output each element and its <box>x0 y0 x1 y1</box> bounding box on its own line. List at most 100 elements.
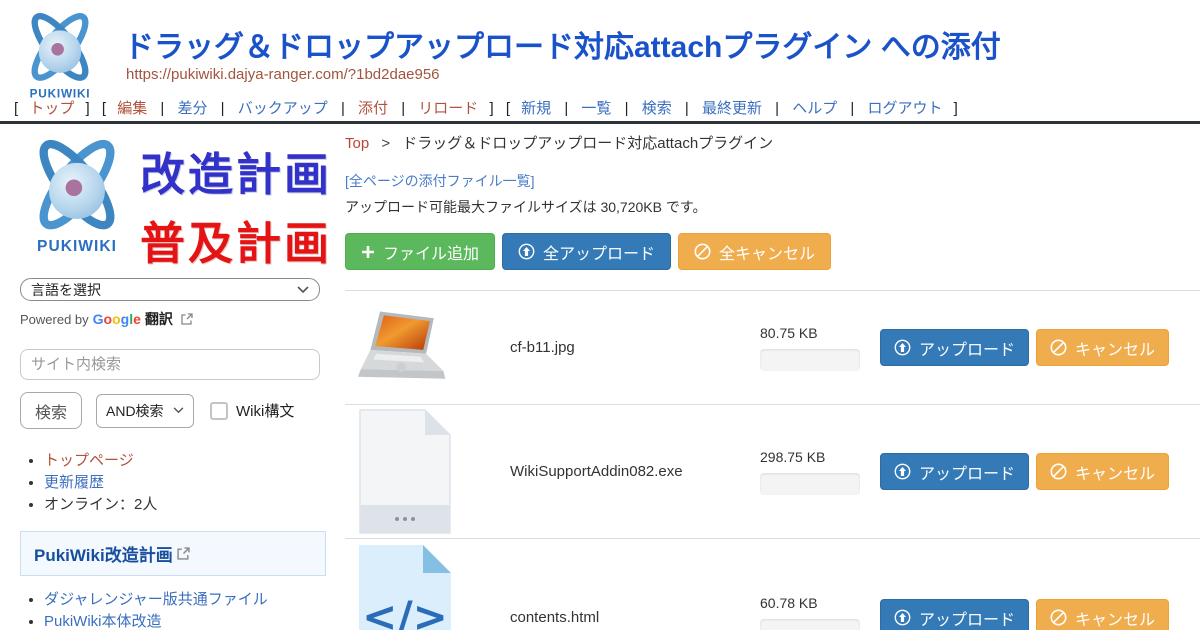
sidebar-link-history[interactable]: 更新履歴 <box>44 474 104 491</box>
file-row: WikiSupportAddin082.exe 298.75 KB アップロード <box>345 404 1200 538</box>
search-button[interactable]: 検索 <box>20 392 82 429</box>
upload-button[interactable]: アップロード <box>880 453 1029 490</box>
separator: | <box>221 100 225 117</box>
sidebar-section-box: PukiWiki改造計画 <box>20 531 326 576</box>
breadcrumb-separator: > <box>381 135 390 152</box>
bracket: ] <box>489 100 493 117</box>
banner-fukyuu-keikaku: 普及計画 <box>140 207 332 272</box>
upload-label: アップロード <box>919 606 1015 630</box>
add-file-button[interactable]: ファイル追加 <box>345 233 495 270</box>
page-title: ドラッグ＆ドロップアップロード対応attachプラグイン への添付 <box>124 22 1001 66</box>
nav-item-reload[interactable]: リロード <box>418 100 478 117</box>
wiki-syntax-checkbox[interactable] <box>210 402 228 420</box>
language-select-value: 言語を選択 <box>31 280 297 300</box>
laptop-photo-thumbnail <box>357 308 453 388</box>
cancel-button[interactable]: キャンセル <box>1036 599 1169 630</box>
cancel-button[interactable]: キャンセル <box>1036 453 1169 490</box>
sidebar-link-toppage[interactable]: トップページ <box>44 452 134 469</box>
search-mode-select[interactable]: AND検索 <box>96 394 194 428</box>
pukiwiki-banner-logo-icon: PUKIWIKI <box>20 130 134 258</box>
upload-button[interactable]: アップロード <box>880 329 1029 366</box>
site-search-input[interactable] <box>20 349 320 380</box>
upload-toolbar: ファイル追加 全アップロード 全キャンセル <box>345 233 1200 270</box>
file-row: cf-b11.jpg 80.75 KB アップロード <box>345 290 1200 404</box>
cancel-label: キャンセル <box>1075 606 1155 630</box>
search-controls: 検索 AND検索 Wiki構文 <box>20 392 332 429</box>
nav-item-logout[interactable]: ログアウト <box>867 100 942 117</box>
google-logo-text: Google <box>93 311 141 327</box>
list-item: トップページ <box>44 451 332 471</box>
breadcrumb-current: ドラッグ＆ドロップアップロード対応attachプラグイン <box>402 135 773 152</box>
sidebar-top-links: トップページ 更新履歴 オンライン：2人 <box>20 451 332 515</box>
sidebar-plugin-links: ダジャレンジャー版共通ファイル PukiWiki本体改造 PukiWikiテキス… <box>20 590 332 630</box>
row-actions: アップロード キャンセル <box>880 453 1169 490</box>
sidebar-link-core-mods[interactable]: PukiWiki本体改造 <box>44 613 162 630</box>
breadcrumb: Top > ドラッグ＆ドロップアップロード対応attachプラグイン <box>345 132 1200 153</box>
progress-bar <box>760 619 860 630</box>
file-size: 60.78 KB <box>760 595 870 611</box>
max-upload-size-text: アップロード可能最大ファイルサイズは 30,720KB です。 <box>345 197 1200 217</box>
translate-link[interactable]: 翻訳 <box>145 309 173 329</box>
breadcrumb-home-link[interactable]: Top <box>345 135 369 152</box>
file-size-block: 60.78 KB <box>760 595 870 630</box>
language-select[interactable]: 言語を選択 <box>20 278 320 301</box>
upload-circle-icon <box>894 339 911 356</box>
search-mode-value: AND検索 <box>106 401 173 421</box>
cancel-all-button[interactable]: 全キャンセル <box>678 233 831 270</box>
nav-item-top[interactable]: トップ <box>29 100 74 117</box>
file-thumbnail <box>355 409 455 534</box>
separator: | <box>850 100 854 117</box>
generic-file-icon <box>359 409 451 534</box>
separator: | <box>564 100 568 117</box>
progress-bar <box>760 473 860 495</box>
upload-all-label: 全アップロード <box>543 240 655 264</box>
html-file-icon: </> <box>359 545 451 630</box>
nav-item-recent[interactable]: 最終更新 <box>702 100 762 117</box>
all-attachments-link[interactable]: [全ページの添付ファイル一覧] <box>345 171 535 191</box>
cancel-button[interactable]: キャンセル <box>1036 329 1169 366</box>
chevron-down-icon <box>173 407 184 414</box>
nav-item-help[interactable]: ヘルプ <box>792 100 837 117</box>
file-thumbnail <box>355 308 455 388</box>
content-layout: PUKIWIKI 改造計画 普及計画 言語を選択 Powered by Goog… <box>0 124 1200 627</box>
file-name: cf-b11.jpg <box>510 339 760 356</box>
bracket: [ <box>102 100 106 117</box>
sidebar-section-title-link[interactable]: PukiWiki改造計画 <box>34 541 173 566</box>
separator: | <box>685 100 689 117</box>
nav-item-search[interactable]: 検索 <box>642 100 672 117</box>
page-url-link[interactable]: https://pukiwiki.dajya-ranger.com/?1bd2d… <box>126 66 440 83</box>
sidebar-link-common-files[interactable]: ダジャレンジャー版共通ファイル <box>44 591 268 608</box>
cancel-all-label: 全キャンセル <box>719 240 815 264</box>
list-item: オンライン：2人 <box>44 495 332 515</box>
nav-item-diff[interactable]: 差分 <box>177 100 207 117</box>
google-translate-credit: Powered by Google 翻訳 <box>20 309 332 329</box>
progress-bar <box>760 349 860 371</box>
nav-item-new[interactable]: 新規 <box>521 100 551 117</box>
nav-item-backup[interactable]: バックアップ <box>238 100 328 117</box>
file-size: 80.75 KB <box>760 325 870 341</box>
separator: | <box>341 100 345 117</box>
list-item: PukiWiki本体改造 <box>44 612 332 630</box>
nav-item-list[interactable]: 一覧 <box>581 100 611 117</box>
upload-button[interactable]: アップロード <box>880 599 1029 630</box>
ban-circle-icon <box>1050 339 1067 356</box>
list-item: ダジャレンジャー版共通ファイル <box>44 590 332 610</box>
pukiwiki-banner-logo-text: PUKIWIKI <box>37 238 117 255</box>
external-link-icon <box>181 313 193 325</box>
upload-label: アップロード <box>919 460 1015 484</box>
banner-kaizou-keikaku: 改造計画 <box>140 138 332 203</box>
nav-item-edit[interactable]: 編集 <box>117 100 147 117</box>
pukiwiki-logo-icon[interactable]: PUKIWIKI <box>16 6 104 102</box>
sidebar-banner[interactable]: PUKIWIKI 改造計画 普及計画 <box>20 130 332 262</box>
plus-icon <box>361 245 375 259</box>
page-header: PUKIWIKI ドラッグ＆ドロップアップロード対応attachプラグイン への… <box>0 0 1200 124</box>
powered-by-label: Powered by <box>20 312 89 327</box>
nav-item-attach[interactable]: 添付 <box>358 100 388 117</box>
wiki-syntax-label: Wiki構文 <box>236 400 294 421</box>
cancel-label: キャンセル <box>1075 336 1155 360</box>
file-upload-list: cf-b11.jpg 80.75 KB アップロード <box>345 290 1200 630</box>
ban-circle-icon <box>694 243 711 260</box>
upload-all-button[interactable]: 全アップロード <box>502 233 671 270</box>
file-size-block: 298.75 KB <box>760 449 870 495</box>
row-actions: アップロード キャンセル <box>880 329 1169 366</box>
